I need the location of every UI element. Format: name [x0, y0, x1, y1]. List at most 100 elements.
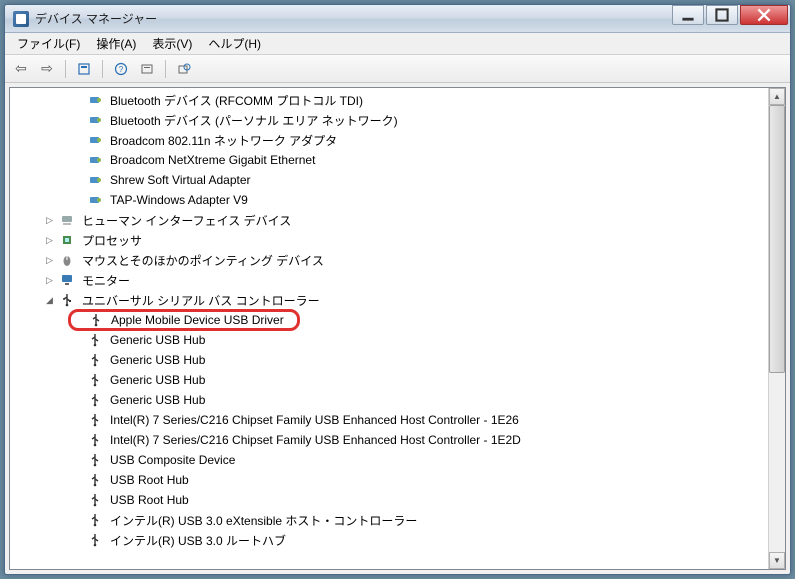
tree-item[interactable]: インテル(R) USB 3.0 ルートハブ: [10, 530, 768, 550]
tree-item[interactable]: Intel(R) 7 Series/C216 Chipset Family US…: [10, 430, 768, 450]
device-label: インテル(R) USB 3.0 ルートハブ: [107, 531, 289, 550]
device-label: USB Root Hub: [107, 492, 192, 508]
tree-item[interactable]: USB Composite Device: [10, 450, 768, 470]
highlight-annotation: Apple Mobile Device USB Driver: [68, 309, 300, 331]
device-label: モニター: [79, 271, 133, 290]
separator: [65, 60, 66, 78]
device-label: Broadcom 802.11n ネットワーク アダプタ: [107, 131, 340, 150]
device-label: インテル(R) USB 3.0 eXtensible ホスト・コントローラー: [107, 511, 420, 530]
spacer: [72, 375, 83, 386]
spacer: [72, 475, 83, 486]
tree-item[interactable]: Shrew Soft Virtual Adapter: [10, 170, 768, 190]
tree-item[interactable]: TAP-Windows Adapter V9: [10, 190, 768, 210]
device-label: Generic USB Hub: [107, 372, 208, 388]
scroll-up-button[interactable]: ▲: [769, 88, 785, 105]
tree-category-monitor[interactable]: ▷ モニター: [10, 270, 768, 290]
menu-help[interactable]: ヘルプ(H): [200, 32, 269, 55]
spacer: [72, 135, 83, 146]
device-label: Generic USB Hub: [107, 352, 208, 368]
collapse-icon[interactable]: ◢: [44, 295, 55, 306]
properties-button[interactable]: [74, 59, 94, 79]
separator: [165, 60, 166, 78]
spacer: [72, 395, 83, 406]
usb-device-icon: [87, 352, 103, 368]
spacer: [72, 155, 83, 166]
tree-item-apple-usb[interactable]: Apple Mobile Device USB Driver: [10, 310, 768, 330]
tree-item[interactable]: USB Root Hub: [10, 490, 768, 510]
tree-category-cpu[interactable]: ▷ プロセッサ: [10, 230, 768, 250]
close-button[interactable]: [740, 5, 788, 25]
tree-category-hid[interactable]: ▷ ヒューマン インターフェイス デバイス: [10, 210, 768, 230]
spacer: [72, 455, 83, 466]
tree-item[interactable]: インテル(R) USB 3.0 eXtensible ホスト・コントローラー: [10, 510, 768, 530]
device-label: ユニバーサル シリアル バス コントローラー: [79, 291, 323, 310]
network-adapter-icon: [87, 132, 103, 148]
tree-item[interactable]: Broadcom 802.11n ネットワーク アダプタ: [10, 130, 768, 150]
usb-device-icon: [87, 472, 103, 488]
menubar: ファイル(F) 操作(A) 表示(V) ヘルプ(H): [5, 33, 790, 55]
window-controls: [672, 5, 790, 32]
minimize-button[interactable]: [672, 5, 704, 25]
tree-item[interactable]: Broadcom NetXtreme Gigabit Ethernet: [10, 150, 768, 170]
tree-item[interactable]: USB Root Hub: [10, 470, 768, 490]
scroll-track[interactable]: [769, 105, 785, 552]
device-label: Shrew Soft Virtual Adapter: [107, 172, 254, 188]
tree-item[interactable]: Bluetooth デバイス (RFCOMM プロトコル TDI): [10, 90, 768, 110]
spacer: [72, 195, 83, 206]
usb-device-icon: [87, 372, 103, 388]
hid-icon: [59, 212, 75, 228]
spacer: [72, 435, 83, 446]
app-icon: [13, 11, 29, 27]
svg-text:?: ?: [119, 65, 124, 74]
spacer: [72, 115, 83, 126]
expand-icon[interactable]: ▷: [44, 255, 55, 266]
menu-view[interactable]: 表示(V): [144, 32, 200, 55]
show-hidden-button[interactable]: [174, 59, 194, 79]
forward-button[interactable]: ⇨: [37, 59, 57, 79]
device-tree[interactable]: Bluetooth デバイス (RFCOMM プロトコル TDI) Blueto…: [10, 88, 768, 569]
tree-category-usb[interactable]: ◢ ユニバーサル シリアル バス コントローラー: [10, 290, 768, 310]
network-adapter-icon: [87, 152, 103, 168]
expand-icon[interactable]: ▷: [44, 215, 55, 226]
mouse-icon: [59, 252, 75, 268]
spacer: [72, 355, 83, 366]
expand-icon[interactable]: ▷: [44, 275, 55, 286]
tree-item[interactable]: Generic USB Hub: [10, 370, 768, 390]
spacer: [72, 175, 83, 186]
device-label: Generic USB Hub: [107, 392, 208, 408]
menu-action[interactable]: 操作(A): [88, 32, 144, 55]
help-button[interactable]: ?: [111, 59, 131, 79]
separator: [102, 60, 103, 78]
tree-item[interactable]: Generic USB Hub: [10, 330, 768, 350]
tree-item[interactable]: Generic USB Hub: [10, 350, 768, 370]
device-label: プロセッサ: [79, 231, 145, 250]
tree-item[interactable]: Intel(R) 7 Series/C216 Chipset Family US…: [10, 410, 768, 430]
usb-device-icon: [87, 432, 103, 448]
expand-icon[interactable]: ▷: [44, 235, 55, 246]
network-adapter-icon: [87, 172, 103, 188]
device-label: USB Composite Device: [107, 452, 238, 468]
usb-device-icon: [87, 512, 103, 528]
content-area: Bluetooth デバイス (RFCOMM プロトコル TDI) Blueto…: [9, 87, 786, 570]
scan-button[interactable]: [137, 59, 157, 79]
device-label: Apple Mobile Device USB Driver: [108, 312, 287, 328]
tree-item[interactable]: Bluetooth デバイス (パーソナル エリア ネットワーク): [10, 110, 768, 130]
tree-item[interactable]: Generic USB Hub: [10, 390, 768, 410]
device-label: ヒューマン インターフェイス デバイス: [79, 211, 294, 230]
vertical-scrollbar[interactable]: ▲ ▼: [768, 88, 785, 569]
cpu-icon: [59, 232, 75, 248]
spacer: [72, 515, 83, 526]
menu-file[interactable]: ファイル(F): [9, 32, 88, 55]
usb-icon: [59, 292, 75, 308]
device-label: Intel(R) 7 Series/C216 Chipset Family US…: [107, 412, 522, 428]
device-label: Intel(R) 7 Series/C216 Chipset Family US…: [107, 432, 524, 448]
usb-device-icon: [87, 452, 103, 468]
device-label: Bluetooth デバイス (パーソナル エリア ネットワーク): [107, 111, 401, 130]
scroll-thumb[interactable]: [769, 105, 785, 373]
back-button[interactable]: ⇦: [11, 59, 31, 79]
network-adapter-icon: [87, 112, 103, 128]
toolbar: ⇦ ⇨ ?: [5, 55, 790, 83]
maximize-button[interactable]: [706, 5, 738, 25]
tree-category-mouse[interactable]: ▷マウスとそのほかのポインティング デバイス: [10, 250, 768, 270]
scroll-down-button[interactable]: ▼: [769, 552, 785, 569]
